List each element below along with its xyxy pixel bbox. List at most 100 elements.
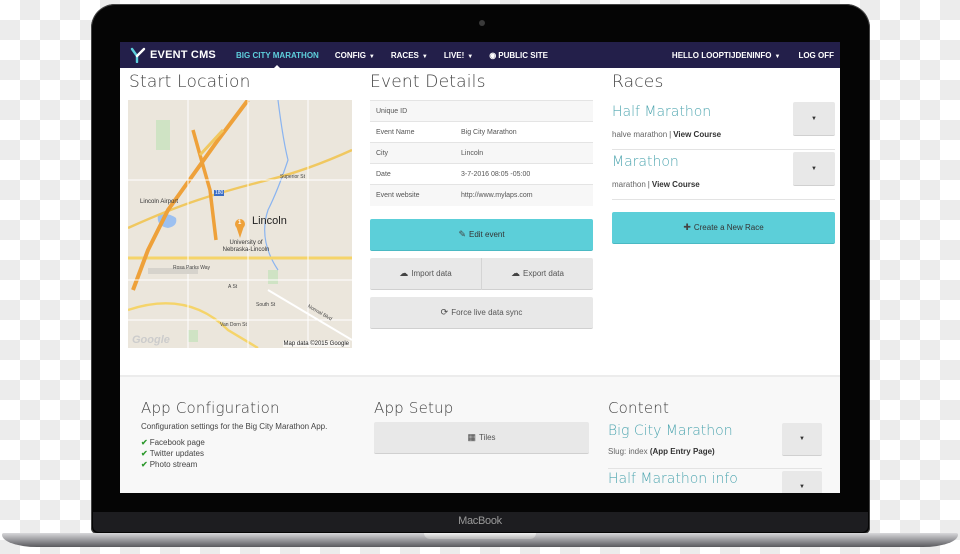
list-item: ✔ Facebook page [141, 437, 366, 448]
detail-key: Event website [370, 184, 455, 206]
detail-value: Lincoln [455, 142, 593, 164]
caret-down-icon: ▼ [467, 53, 474, 60]
caret-down-icon: ▼ [811, 165, 817, 172]
logo-y-icon [130, 47, 146, 63]
list-item: Half Marathon halve marathon | View Course… [612, 100, 835, 150]
nav-label: BIG CITY MARATHON [236, 50, 319, 60]
nav-live[interactable]: LIVE! ▼ [436, 51, 481, 60]
list-item: ✔ Twitter updates [141, 448, 366, 459]
check-icon: ✔ [141, 449, 148, 458]
table-row: Unique ID [370, 100, 593, 122]
race-subtitle: halve marathon | View Course [612, 130, 721, 139]
tiles-button[interactable]: ▦ Tiles [374, 422, 589, 454]
map[interactable]: Lincoln Lincoln Airport University of Ne… [128, 100, 352, 348]
map-label-street: Rosa Parks Way [173, 265, 211, 271]
user-menu[interactable]: HELLO LOOPTIJDENINFO ▼ [664, 51, 791, 60]
caret-down-icon: ▼ [811, 115, 817, 122]
event-details-panel: Event Details Unique ID Event Name Big Ci… [370, 68, 593, 375]
start-location-title: Start Location [129, 72, 251, 92]
export-data-label: Export data [523, 269, 564, 278]
view-course-link[interactable]: View Course [652, 180, 700, 189]
caret-down-icon: ▼ [774, 53, 781, 60]
race-name-link[interactable]: Marathon [612, 154, 679, 170]
import-data-button[interactable]: ☁ Import data [370, 258, 482, 290]
nav-label: LIVE! [443, 50, 465, 60]
google-logo: Google [132, 334, 170, 346]
app-setup-title: App Setup [374, 399, 454, 417]
detail-key: City [370, 142, 455, 164]
map-label-city: Lincoln [252, 215, 287, 227]
detail-key: Unique ID [370, 100, 455, 122]
create-race-button[interactable]: ✚ Create a New Race [612, 212, 835, 244]
navbar: EVENT CMS BIG CITY MARATHON CONFIG ▼ RACE… [120, 42, 840, 69]
start-location-panel: Start Location Lincoln Lincoln Airport U… [120, 68, 360, 375]
app-configuration-title: App Configuration [141, 399, 280, 417]
table-row: City Lincoln [370, 142, 593, 164]
force-sync-button[interactable]: ⟳ Force live data sync [370, 297, 593, 329]
feature-label: Facebook page [149, 438, 205, 447]
laptop-notch [424, 533, 536, 539]
screen: EVENT CMS BIG CITY MARATHON CONFIG ▼ RACE… [120, 42, 840, 493]
content-name-link[interactable]: Big City Marathon [608, 423, 733, 439]
content-dropdown-button[interactable]: ▼ [782, 471, 822, 493]
list-item: Marathon marathon | View Course ▼ [612, 150, 835, 200]
detail-value: Big City Marathon [455, 121, 593, 143]
eye-icon: ◉ [489, 50, 497, 60]
content-dropdown-button[interactable]: ▼ [782, 423, 822, 456]
list-item: ✔ Photo stream [141, 459, 366, 470]
table-row: Event Name Big City Marathon [370, 121, 593, 143]
nav-label: PUBLIC SITE [498, 50, 549, 60]
nav-label: RACES [390, 50, 419, 60]
race-subtitle: marathon | View Course [612, 180, 700, 189]
table-row: Date 3-7-2016 08:05 -05:00 [370, 163, 593, 185]
separator: | [669, 130, 672, 139]
nav-config[interactable]: CONFIG ▼ [327, 51, 383, 60]
detail-key: Date [370, 163, 455, 185]
edit-event-label: Edit event [468, 230, 505, 239]
caret-down-icon: ▼ [799, 484, 805, 490]
import-data-label: Import data [411, 269, 452, 278]
detail-value[interactable]: http://www.mylaps.com [455, 184, 593, 206]
table-row: Event website http://www.mylaps.com [370, 184, 593, 206]
nav-big-city-marathon[interactable]: BIG CITY MARATHON [228, 50, 327, 69]
map-attribution: Map data ©2015 Google [282, 341, 350, 347]
camera-icon [479, 20, 485, 26]
view-course-link[interactable]: View Course [673, 130, 721, 139]
top-section: Start Location Lincoln Lincoln Airport U… [120, 68, 840, 375]
nav-races[interactable]: RACES ▼ [383, 51, 436, 60]
list-item: Half Marathon info ▼ [608, 469, 822, 493]
map-label-street: A St [228, 284, 238, 290]
plus-icon: ✚ [683, 222, 691, 232]
edit-icon: ✎ [458, 229, 466, 239]
races-title: Races [612, 72, 664, 92]
nav-label: CONFIG [334, 50, 366, 60]
logout-link[interactable]: LOG OFF [790, 51, 840, 60]
user-menu-label: HELLO LOOPTIJDENINFO [671, 50, 772, 60]
slug-note: (App Entry Page) [649, 447, 715, 456]
caret-down-icon: ▼ [421, 53, 428, 60]
create-race-label: Create a New Race [693, 223, 764, 232]
check-icon: ✔ [141, 438, 148, 447]
map-label-university: University of Nebraska-Lincoln [222, 240, 270, 253]
logout-label: LOG OFF [798, 50, 834, 60]
check-icon: ✔ [141, 460, 148, 469]
list-item: Big City Marathon Slug: index (App Entry… [608, 421, 822, 469]
content-name-link[interactable]: Half Marathon info [608, 471, 738, 487]
brand-logo[interactable]: EVENT CMS [120, 47, 228, 63]
cloud-upload-icon: ☁ [399, 268, 409, 278]
feature-label: Photo stream [149, 460, 198, 469]
feature-list: ✔ Facebook page ✔ Twitter updates ✔ Photo s… [141, 437, 366, 470]
race-name-link[interactable]: Half Marathon [612, 104, 711, 120]
race-type: halve marathon [612, 130, 668, 139]
app-setup-panel: App Setup ▦ Tiles [374, 399, 589, 454]
app-configuration-panel: App Configuration Configuration settings… [141, 399, 366, 470]
map-marker-icon[interactable]: 1 [238, 220, 241, 226]
app-configuration-description: Configuration settings for the Big City … [141, 422, 328, 431]
export-data-button[interactable]: ☁ Export data [482, 258, 593, 290]
edit-event-button[interactable]: ✎ Edit event [370, 219, 593, 251]
race-dropdown-button[interactable]: ▼ [793, 152, 835, 186]
map-label-street: South St [256, 302, 276, 308]
app-name: EVENT CMS [150, 49, 216, 61]
race-dropdown-button[interactable]: ▼ [793, 102, 835, 136]
nav-public-site[interactable]: ◉ PUBLIC SITE [481, 51, 556, 60]
